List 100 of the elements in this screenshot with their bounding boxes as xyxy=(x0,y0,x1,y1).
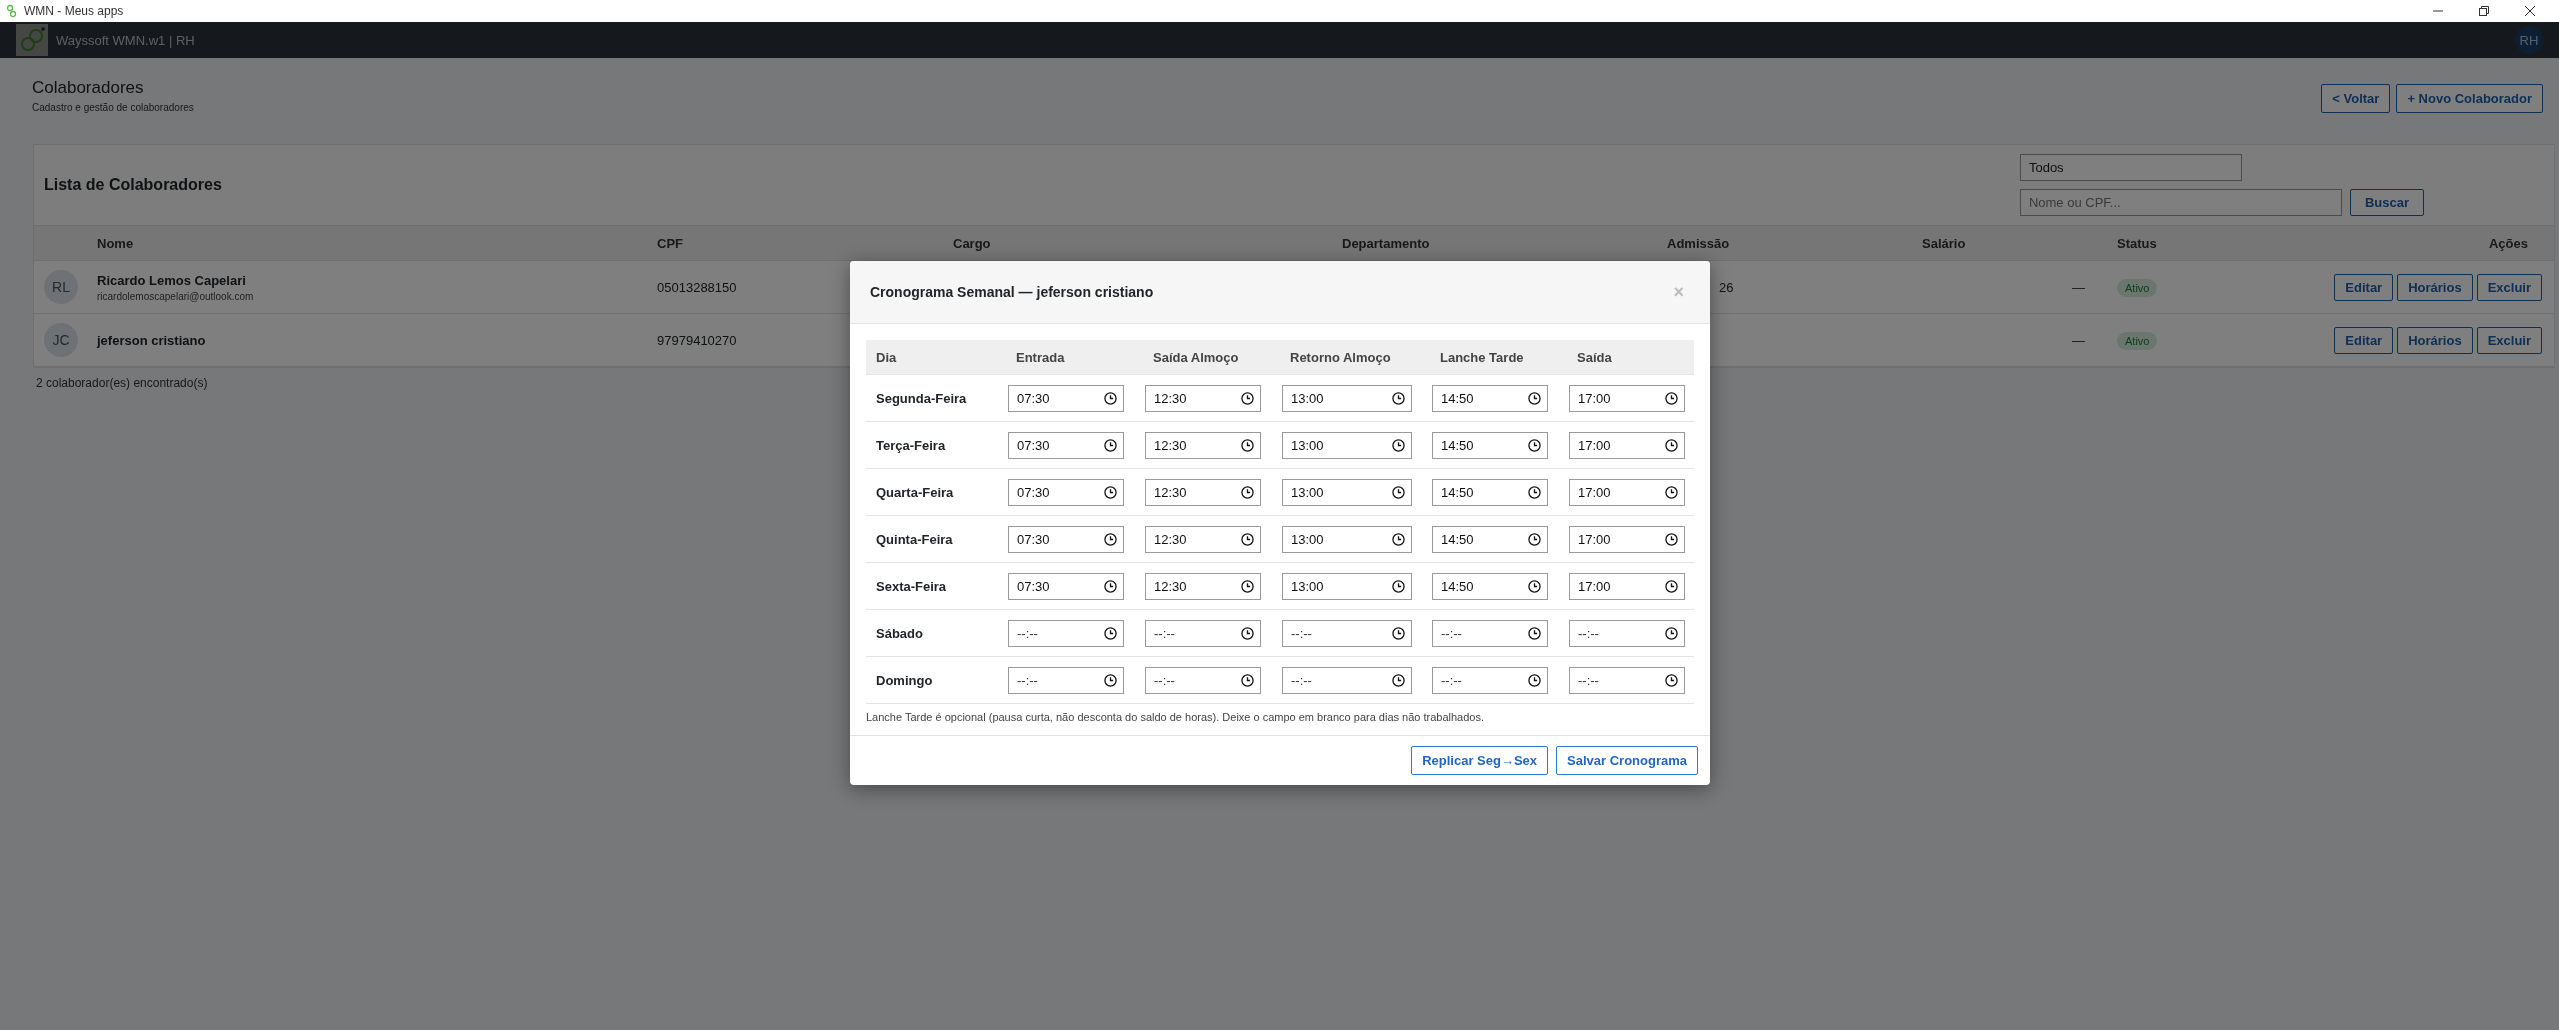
clock-icon[interactable] xyxy=(1528,626,1541,640)
save-button[interactable]: Salvar Cronograma xyxy=(1556,746,1698,775)
time-field[interactable]: 07:30 xyxy=(1008,431,1124,459)
clock-icon[interactable] xyxy=(1392,532,1405,546)
clock-icon[interactable] xyxy=(1665,438,1678,452)
time-field[interactable]: 12:30 xyxy=(1145,384,1261,412)
clock-icon[interactable] xyxy=(1528,438,1541,452)
time-field[interactable]: --:-- xyxy=(1008,619,1124,647)
time-field[interactable]: 17:00 xyxy=(1569,525,1685,553)
clock-icon[interactable] xyxy=(1241,579,1254,593)
avatar: RL xyxy=(44,270,78,304)
clock-icon[interactable] xyxy=(1528,579,1541,593)
clock-icon[interactable] xyxy=(1392,438,1405,452)
status-dropdown[interactable]: Todos xyxy=(2019,154,2242,181)
time-field[interactable]: 13:00 xyxy=(1282,478,1412,506)
window-title: WMN - Meus apps xyxy=(24,4,124,18)
clock-icon[interactable] xyxy=(1104,673,1117,687)
column-header: Lanche Tarde xyxy=(1439,349,1525,365)
time-field[interactable]: 07:30 xyxy=(1008,478,1124,506)
clock-icon[interactable] xyxy=(1241,485,1254,499)
time-field[interactable]: 12:30 xyxy=(1145,478,1261,506)
time-field[interactable]: --:-- xyxy=(1008,666,1124,694)
column-header: Dia xyxy=(875,349,898,365)
clock-icon[interactable] xyxy=(1665,626,1678,640)
day-label: Quarta-Feira xyxy=(875,484,955,500)
time-field[interactable]: 12:30 xyxy=(1145,431,1261,459)
time-field[interactable]: 14:50 xyxy=(1432,572,1548,600)
time-field[interactable]: 07:30 xyxy=(1008,572,1124,600)
time-field[interactable]: 17:00 xyxy=(1569,431,1685,459)
clock-icon[interactable] xyxy=(1241,438,1254,452)
time-field[interactable]: 13:00 xyxy=(1282,572,1412,600)
column-header: Salário xyxy=(1921,235,1967,251)
time-field[interactable]: --:-- xyxy=(1145,619,1261,647)
replicate-button[interactable]: Replicar Seg→Sex xyxy=(1411,746,1549,775)
day-label: Sexta-Feira xyxy=(875,578,948,594)
time-field[interactable]: 17:00 xyxy=(1569,572,1685,600)
time-field[interactable]: 14:50 xyxy=(1432,431,1548,459)
time-field[interactable]: 17:00 xyxy=(1569,478,1685,506)
dialog-title: Cronograma Semanal — jeferson cristiano xyxy=(870,284,1155,300)
time-field[interactable]: 14:50 xyxy=(1432,525,1548,553)
time-field[interactable]: 13:00 xyxy=(1282,525,1412,553)
status-badge: Ativo xyxy=(2117,331,2158,350)
clock-icon[interactable] xyxy=(1528,391,1541,405)
app-logo-icon xyxy=(6,4,18,18)
clock-icon[interactable] xyxy=(1665,485,1678,499)
clock-icon[interactable] xyxy=(1241,391,1254,405)
result-count: 2 colaborador(es) encontrado(s) xyxy=(36,376,208,390)
clock-icon[interactable] xyxy=(1241,532,1254,546)
clock-icon[interactable] xyxy=(1392,391,1405,405)
time-field[interactable]: 13:00 xyxy=(1282,431,1412,459)
clock-icon[interactable] xyxy=(1104,532,1117,546)
time-field[interactable]: --:-- xyxy=(1432,666,1548,694)
clock-icon[interactable] xyxy=(1104,485,1117,499)
clock-icon[interactable] xyxy=(1241,626,1254,640)
clock-icon[interactable] xyxy=(1104,626,1117,640)
employee-name: Ricardo Lemos Capelari xyxy=(97,272,247,288)
time-field[interactable]: 13:00 xyxy=(1282,384,1412,412)
day-label: Domingo xyxy=(875,672,934,688)
clock-icon[interactable] xyxy=(1392,579,1405,593)
search-field[interactable]: Nome ou CPF... xyxy=(2019,189,2342,216)
clock-icon[interactable] xyxy=(1665,579,1678,593)
time-field[interactable]: 07:30 xyxy=(1008,525,1124,553)
time-field[interactable]: 17:00 xyxy=(1569,384,1685,412)
clock-icon[interactable] xyxy=(1528,485,1541,499)
time-field[interactable]: 12:30 xyxy=(1145,525,1261,553)
app-brand: Wayssoft WMN.w1 | RH xyxy=(56,32,196,48)
close-icon[interactable] xyxy=(2525,6,2535,16)
time-field[interactable]: --:-- xyxy=(1282,619,1412,647)
list-title: Lista de Colaboradores xyxy=(44,176,223,194)
restore-icon[interactable] xyxy=(2479,6,2489,16)
column-header: Entrada xyxy=(1015,349,1066,365)
time-field[interactable]: 14:50 xyxy=(1432,478,1548,506)
column-header: Cargo xyxy=(952,235,992,251)
clock-icon[interactable] xyxy=(1392,485,1405,499)
time-field[interactable]: --:-- xyxy=(1145,666,1261,694)
status-badge: Ativo xyxy=(2117,278,2158,297)
clock-icon[interactable] xyxy=(1392,673,1405,687)
day-label: Sábado xyxy=(875,625,924,641)
clock-icon[interactable] xyxy=(1528,673,1541,687)
column-header: Saída xyxy=(1576,349,1613,365)
time-field[interactable]: --:-- xyxy=(1569,666,1685,694)
column-header: Nome xyxy=(96,235,135,251)
time-field[interactable]: --:-- xyxy=(1569,619,1685,647)
clock-icon[interactable] xyxy=(1665,532,1678,546)
table-cell: — xyxy=(2072,279,2085,295)
clock-icon[interactable] xyxy=(1104,391,1117,405)
time-field[interactable]: 14:50 xyxy=(1432,384,1548,412)
clock-icon[interactable] xyxy=(1104,579,1117,593)
time-field[interactable]: --:-- xyxy=(1282,666,1412,694)
clock-icon[interactable] xyxy=(1392,626,1405,640)
time-field[interactable]: 07:30 xyxy=(1008,384,1124,412)
clock-icon[interactable] xyxy=(1665,391,1678,405)
column-header: Saída Almoço xyxy=(1152,349,1240,365)
time-field[interactable]: --:-- xyxy=(1432,619,1548,647)
clock-icon[interactable] xyxy=(1665,673,1678,687)
clock-icon[interactable] xyxy=(1241,673,1254,687)
clock-icon[interactable] xyxy=(1104,438,1117,452)
page-title: Colaboradores xyxy=(32,78,144,98)
time-field[interactable]: 12:30 xyxy=(1145,572,1261,600)
clock-icon[interactable] xyxy=(1528,532,1541,546)
